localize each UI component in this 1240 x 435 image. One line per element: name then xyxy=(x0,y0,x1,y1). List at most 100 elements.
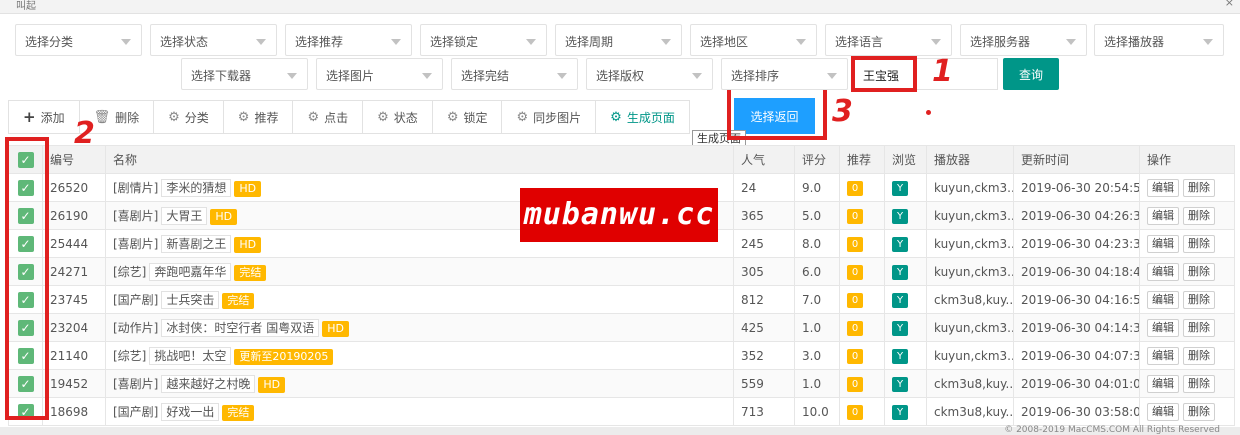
title-link[interactable]: 好戏一出 xyxy=(161,402,220,421)
delete-button[interactable]: 删除 xyxy=(1183,402,1215,421)
view-badge[interactable]: Y xyxy=(892,236,908,252)
cell-recommend[interactable]: 0 xyxy=(839,285,885,314)
title-link[interactable]: 冰封侠：时空行者 国粤双语 xyxy=(161,318,320,337)
cell-view[interactable]: Y xyxy=(884,369,927,398)
edit-button[interactable]: 编辑 xyxy=(1147,346,1179,365)
edit-button[interactable]: 编辑 xyxy=(1147,262,1179,281)
filter-row2-select-4[interactable]: 选择排序 xyxy=(721,58,848,90)
cell-recommend[interactable]: 0 xyxy=(839,229,885,258)
recommend-badge[interactable]: 0 xyxy=(847,236,863,252)
title-link[interactable]: 新喜剧之王 xyxy=(161,234,232,253)
cell-view[interactable]: Y xyxy=(884,257,927,286)
toolbar-button-4[interactable]: ⚙ 点击 xyxy=(293,101,364,133)
view-badge[interactable]: Y xyxy=(892,208,908,224)
cell-view[interactable]: Y xyxy=(884,397,927,426)
filter-row1-select-8[interactable]: 选择播放器 xyxy=(1094,24,1224,56)
cell-view[interactable]: Y xyxy=(884,173,927,202)
cell-view[interactable]: Y xyxy=(884,201,927,230)
table-row[interactable]: ✓ 23204 [动作片] 冰封侠：时空行者 国粤双语 HD 425 1.0 0 Ykuyun,… xyxy=(8,313,1235,342)
header-player[interactable]: 播放器 xyxy=(926,145,1014,174)
toolbar-button-6[interactable]: ⚙ 锁定 xyxy=(432,101,503,133)
filter-row2-select-3[interactable]: 选择版权 xyxy=(586,58,713,90)
filter-row1-select-1[interactable]: 选择状态 xyxy=(150,24,277,56)
table-row[interactable]: ✓ 19452 [喜剧片] 越来越好之村晚 HD 559 1.0 0 Yckm3u8,kuy..… xyxy=(8,369,1235,398)
edit-button[interactable]: 编辑 xyxy=(1147,402,1179,421)
cell-recommend[interactable]: 0 xyxy=(839,341,885,370)
title-link[interactable]: 奔跑吧嘉年华 xyxy=(149,262,232,281)
cell-view[interactable]: Y xyxy=(884,341,927,370)
filter-row1-select-6[interactable]: 选择语言 xyxy=(825,24,952,56)
filter-row2-select-2[interactable]: 选择完结 xyxy=(451,58,578,90)
title-link[interactable]: 越来越好之村晚 xyxy=(161,374,256,393)
recommend-badge[interactable]: 0 xyxy=(847,180,863,196)
cell-recommend[interactable]: 0 xyxy=(839,257,885,286)
delete-button[interactable]: 删除 xyxy=(1183,178,1215,197)
recommend-badge[interactable]: 0 xyxy=(847,348,863,364)
filter-row2-select-0[interactable]: 选择下载器 xyxy=(181,58,308,90)
recommend-badge[interactable]: 0 xyxy=(847,376,863,392)
table-row[interactable]: ✓ 21140 [综艺] 挑战吧！太空 更新至20190205 352 3.0 0 Ykuyun… xyxy=(8,341,1235,370)
title-link[interactable]: 大胃王 xyxy=(161,206,208,225)
toolbar-button-2[interactable]: ⚙ 分类 xyxy=(154,101,224,133)
header-view[interactable]: 浏览 xyxy=(884,145,927,174)
view-badge[interactable]: Y xyxy=(892,320,908,336)
title-link[interactable]: 挑战吧！太空 xyxy=(149,346,232,365)
delete-button[interactable]: 删除 xyxy=(1183,234,1215,253)
view-badge[interactable]: Y xyxy=(892,348,908,364)
table-row[interactable]: ✓ 18698 [国产剧] 好戏一出 完结 713 10.0 0 Yckm3u8,kuy... 2… xyxy=(8,397,1235,426)
toolbar-button-3[interactable]: ⚙ 推荐 xyxy=(223,101,294,133)
view-badge[interactable]: Y xyxy=(892,292,908,308)
edit-button[interactable]: 编辑 xyxy=(1147,178,1179,197)
toolbar-button-7[interactable]: ⚙ 同步图片 xyxy=(502,101,597,133)
cell-recommend[interactable]: 0 xyxy=(839,369,885,398)
filter-row1-select-5[interactable]: 选择地区 xyxy=(690,24,817,56)
header-recommend[interactable]: 推荐 xyxy=(839,145,885,174)
cell-view[interactable]: Y xyxy=(884,285,927,314)
edit-button[interactable]: 编辑 xyxy=(1147,318,1179,337)
view-badge[interactable]: Y xyxy=(892,180,908,196)
edit-button[interactable]: 编辑 xyxy=(1147,234,1179,253)
view-badge[interactable]: Y xyxy=(892,404,908,420)
filter-row1-select-4[interactable]: 选择周期 xyxy=(555,24,682,56)
cell-view[interactable]: Y xyxy=(884,313,927,342)
delete-button[interactable]: 删除 xyxy=(1183,346,1215,365)
header-hits[interactable]: 人气 xyxy=(733,145,795,174)
delete-button[interactable]: 删除 xyxy=(1183,374,1215,393)
delete-button[interactable]: 删除 xyxy=(1183,206,1215,225)
delete-button[interactable]: 删除 xyxy=(1183,318,1215,337)
recommend-badge[interactable]: 0 xyxy=(847,264,863,280)
close-icon[interactable]: × xyxy=(1225,0,1234,9)
recommend-badge[interactable]: 0 xyxy=(847,292,863,308)
edit-button[interactable]: 编辑 xyxy=(1147,374,1179,393)
table-row[interactable]: ✓ 23745 [国产剧] 士兵突击 完结 812 7.0 0 Yckm3u8,kuy... 20… xyxy=(8,285,1235,314)
cell-view[interactable]: Y xyxy=(884,229,927,258)
filter-row1-select-7[interactable]: 选择服务器 xyxy=(960,24,1087,56)
filter-row1-select-3[interactable]: 选择锁定 xyxy=(420,24,547,56)
table-row[interactable]: ✓ 24271 [综艺] 奔跑吧嘉年华 完结 305 6.0 0 Ykuyun,ckm3... 2… xyxy=(8,257,1235,286)
toolbar-button-5[interactable]: ⚙ 状态 xyxy=(363,101,433,133)
view-badge[interactable]: Y xyxy=(892,376,908,392)
header-time[interactable]: 更新时间 xyxy=(1013,145,1140,174)
cell-recommend[interactable]: 0 xyxy=(839,173,885,202)
edit-button[interactable]: 编辑 xyxy=(1147,206,1179,225)
title-link[interactable]: 士兵突击 xyxy=(161,290,220,309)
recommend-badge[interactable]: 0 xyxy=(847,320,863,336)
recommend-badge[interactable]: 0 xyxy=(847,208,863,224)
delete-button[interactable]: 删除 xyxy=(1183,262,1215,281)
toolbar-button-8[interactable]: ⚙ 生成页面 xyxy=(596,101,689,133)
header-score[interactable]: 评分 xyxy=(794,145,840,174)
cell-recommend[interactable]: 0 xyxy=(839,313,885,342)
filter-row1-select-2[interactable]: 选择推荐 xyxy=(285,24,412,56)
delete-button[interactable]: 删除 xyxy=(1183,290,1215,309)
view-badge[interactable]: Y xyxy=(892,264,908,280)
recommend-badge[interactable]: 0 xyxy=(847,404,863,420)
title-link[interactable]: 李米的猜想 xyxy=(161,178,232,197)
toolbar-button-0[interactable]: + 添加 xyxy=(9,101,80,133)
edit-button[interactable]: 编辑 xyxy=(1147,290,1179,309)
query-button[interactable]: 查询 xyxy=(1003,58,1059,90)
filter-row1-select-0[interactable]: 选择分类 xyxy=(15,24,142,56)
filter-row2-select-1[interactable]: 选择图片 xyxy=(316,58,443,90)
header-name[interactable]: 名称 xyxy=(105,145,734,174)
cell-recommend[interactable]: 0 xyxy=(839,201,885,230)
cell-recommend[interactable]: 0 xyxy=(839,397,885,426)
